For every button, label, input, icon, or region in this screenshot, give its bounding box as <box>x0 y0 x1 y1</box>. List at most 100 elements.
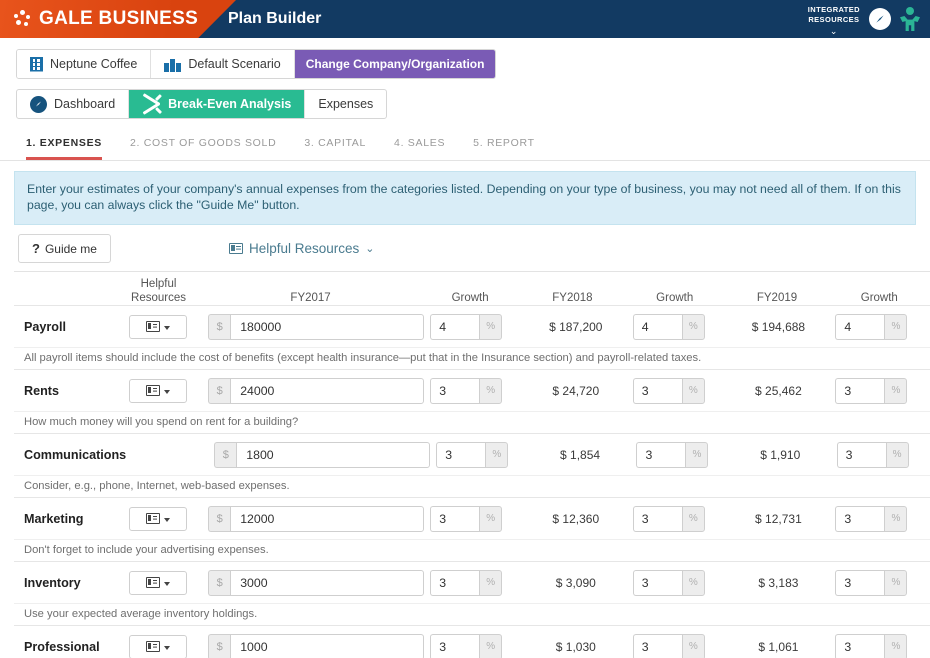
percent-symbol: % <box>485 441 509 468</box>
tab-dashboard[interactable]: Dashboard <box>17 90 130 118</box>
col-growth-1: Growth <box>451 292 489 304</box>
brand-logo[interactable]: GALE BUSINESS <box>14 0 198 38</box>
growth-input-1[interactable]: 4 <box>430 313 480 340</box>
growth-input-1[interactable]: 3 <box>430 633 480 658</box>
row-amount-cell: $3000 <box>200 569 425 596</box>
step-report[interactable]: 5. REPORT <box>473 137 535 160</box>
boxes-icon <box>164 57 182 72</box>
growth-input-3[interactable]: 3 <box>835 377 885 404</box>
growth-input-2[interactable]: 3 <box>636 441 686 468</box>
percent-symbol: % <box>681 313 705 340</box>
percent-symbol: % <box>681 569 705 596</box>
amount-input[interactable]: 12000 <box>230 505 425 532</box>
amount-input[interactable]: 24000 <box>230 377 425 404</box>
step-cost-of-goods-sold[interactable]: 2. COST OF GOODS SOLD <box>130 137 276 160</box>
col-helpful-line1: Helpful <box>140 278 177 290</box>
row-growth-2-cell: 4% <box>627 313 728 340</box>
fy2018-value: $ 12,360 <box>552 511 600 526</box>
app-header: GALE BUSINESS Plan Builder INTEGRATED RE… <box>0 0 930 38</box>
table-row: Inventory $3000 3% $ 3,090 3% $ 3,183 3% <box>14 561 930 603</box>
row-growth-3-cell: 3% <box>829 633 930 658</box>
currency-symbol: $ <box>208 313 231 340</box>
fy2018-value: $ 1,030 <box>555 639 596 654</box>
percent-symbol: % <box>479 569 503 596</box>
growth-input-1[interactable]: 3 <box>430 505 480 532</box>
brand-name: GALE BUSINESS <box>39 8 199 29</box>
chevron-down-icon: ⌄ <box>365 243 375 255</box>
growth-input-3[interactable]: 3 <box>835 505 885 532</box>
growth-input-3[interactable]: 4 <box>835 313 885 340</box>
col-fy2017: FY2017 <box>290 292 331 304</box>
fy2019-value: $ 12,731 <box>755 511 802 526</box>
fy2018-value: $ 24,720 <box>552 383 600 398</box>
step-sales[interactable]: 4. SALES <box>394 137 445 160</box>
growth-input-2[interactable]: 3 <box>632 505 682 532</box>
helpful-resources-button[interactable] <box>128 314 187 339</box>
tab-expenses[interactable]: Expenses <box>305 90 386 118</box>
growth-input-3[interactable]: 3 <box>835 569 885 596</box>
tab-break-even-analysis[interactable]: Break-Even Analysis <box>129 90 306 118</box>
growth-input-2[interactable]: 3 <box>632 633 682 658</box>
helpful-resources-button[interactable] <box>128 506 187 531</box>
row-growth-3-cell: 4% <box>829 313 930 340</box>
helpful-resources-button[interactable] <box>128 570 187 595</box>
table-row: Rents $24000 3% $ 24,720 3% $ 25,462 3% <box>14 369 930 411</box>
table-body: Payroll $180000 4% $ 187,200 4% $ 194,688 4% Al… <box>14 305 930 658</box>
row-amount-cell: $12000 <box>200 505 425 532</box>
currency-symbol: $ <box>208 377 231 404</box>
step-nav: 1. EXPENSES 2. COST OF GOODS SOLD 3. CAP… <box>0 119 930 161</box>
row-growth-1-cell: 4% <box>424 313 525 340</box>
info-banner: Enter your estimates of your company's a… <box>14 171 916 225</box>
info-banner-wrap: Enter your estimates of your company's a… <box>0 161 930 225</box>
toolbar: ? Guide me Helpful Resources ⌄ <box>0 225 930 263</box>
amount-input[interactable]: 1000 <box>230 633 425 658</box>
row-helpful-resources-cell <box>115 570 200 595</box>
integrated-resources-line2: RESOURCES <box>808 14 860 24</box>
growth-input-2[interactable]: 4 <box>632 313 682 340</box>
helpful-resources-dropdown[interactable]: Helpful Resources ⌄ <box>228 241 375 256</box>
change-company-label: Change Company/Organization <box>305 57 485 71</box>
percent-symbol: % <box>884 633 908 658</box>
row-helpful-resources-cell <box>115 634 200 658</box>
percent-symbol: % <box>681 377 705 404</box>
helpful-resources-button[interactable] <box>128 634 187 658</box>
growth-input-3[interactable]: 3 <box>835 633 885 658</box>
company-selector[interactable]: Neptune Coffee <box>17 50 152 78</box>
percent-symbol: % <box>479 377 503 404</box>
col-helpful-resources: Helpful Resources <box>115 277 201 305</box>
row-amount-cell: $1800 <box>206 441 431 468</box>
growth-input-2[interactable]: 3 <box>632 569 682 596</box>
row-note: All payroll items should include the cos… <box>14 347 930 369</box>
percent-symbol: % <box>681 505 705 532</box>
amount-input[interactable]: 1800 <box>236 441 431 468</box>
step-expenses[interactable]: 1. EXPENSES <box>26 137 102 160</box>
amount-input[interactable]: 3000 <box>230 569 425 596</box>
amount-input[interactable]: 180000 <box>230 313 425 340</box>
currency-symbol: $ <box>214 441 237 468</box>
table-header-row: Helpful Resources FY2017 Growth FY2018 G… <box>14 271 930 305</box>
change-company-button[interactable]: Change Company/Organization <box>294 50 496 78</box>
fy2019-value: $ 1,061 <box>758 639 799 654</box>
helpful-resources-button[interactable] <box>128 378 187 403</box>
table-row: Payroll $180000 4% $ 187,200 4% $ 194,688 4% <box>14 305 930 347</box>
guide-me-label: Guide me <box>44 241 97 256</box>
growth-input-2[interactable]: 3 <box>632 377 682 404</box>
growth-input-1[interactable]: 3 <box>430 377 480 404</box>
main-tabbar: Dashboard Break-Even Analysis Expenses <box>0 79 930 119</box>
step-capital[interactable]: 3. CAPITAL <box>304 137 366 160</box>
growth-input-3[interactable]: 3 <box>836 441 886 468</box>
integrated-resources-menu[interactable]: INTEGRATED RESOURCES ⌄ <box>808 3 860 36</box>
tab-dashboard-label: Dashboard <box>54 97 116 111</box>
account-person-icon[interactable] <box>900 7 920 31</box>
row-growth-1-cell: 3% <box>424 505 525 532</box>
compass-icon[interactable] <box>869 8 891 30</box>
shuffle-icon <box>142 92 163 115</box>
scenario-selector[interactable]: Default Scenario <box>151 50 295 78</box>
row-amount-cell: $1000 <box>200 633 425 658</box>
growth-input-1[interactable]: 3 <box>436 441 486 468</box>
chevron-down-icon <box>163 518 170 522</box>
growth-input-1[interactable]: 3 <box>430 569 480 596</box>
row-growth-1-cell: 3% <box>424 377 525 404</box>
compass-icon <box>30 95 47 113</box>
guide-me-button[interactable]: ? Guide me <box>18 234 111 263</box>
